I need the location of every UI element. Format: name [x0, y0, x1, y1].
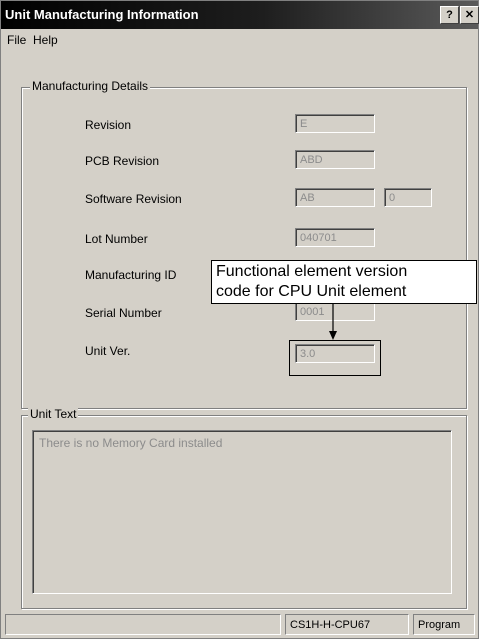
serial-number-label: Serial Number	[85, 306, 162, 320]
unit-text-group: Unit Text There is no Memory Card instal…	[21, 407, 467, 609]
menu-file[interactable]: File	[7, 33, 26, 47]
status-mode: Program	[413, 614, 475, 635]
unit-ver-label: Unit Ver.	[85, 344, 131, 358]
menu-bar: File Help	[1, 29, 478, 53]
unit-text-area[interactable]: There is no Memory Card installed	[32, 430, 452, 594]
unit-ver-highlight-box	[289, 340, 381, 376]
lot-number-field[interactable]: 040701	[295, 228, 375, 247]
title-bar: Unit Manufacturing Information ? ✕	[1, 1, 479, 29]
close-icon[interactable]: ✕	[460, 6, 479, 24]
group-title: Unit Text	[28, 407, 79, 421]
menu-help[interactable]: Help	[33, 33, 58, 47]
annotation-callout: Functional element version code for CPU …	[211, 260, 477, 304]
help-icon[interactable]: ?	[440, 6, 459, 24]
callout-line-2: code for CPU Unit element	[216, 283, 407, 300]
window-title: Unit Manufacturing Information	[5, 7, 199, 22]
status-panel-empty	[5, 614, 281, 635]
group-title: Manufacturing Details	[30, 79, 151, 93]
lot-number-label: Lot Number	[85, 232, 148, 246]
manufacturing-details-group: Manufacturing Details Revision E PCB Rev…	[21, 79, 467, 409]
revision-label: Revision	[85, 118, 132, 132]
software-revision-label: Software Revision	[85, 192, 182, 206]
manufacturing-id-label: Manufacturing ID	[85, 268, 177, 282]
callout-line-1: Functional element version	[216, 263, 408, 280]
status-bar: CS1H-H-CPU67 Program	[1, 611, 478, 638]
status-model: CS1H-H-CPU67	[285, 614, 409, 635]
serial-number-field[interactable]: 0001	[295, 302, 375, 321]
revision-field[interactable]: E	[295, 114, 375, 133]
pcb-revision-label: PCB Revision	[85, 154, 160, 168]
pcb-revision-field[interactable]: ABD	[295, 150, 375, 169]
software-revision-field[interactable]: AB	[295, 188, 375, 207]
software-revision-subfield[interactable]: 0	[384, 188, 432, 207]
unit-manufacturing-info-window: Unit Manufacturing Information ? ✕ File …	[0, 0, 479, 639]
